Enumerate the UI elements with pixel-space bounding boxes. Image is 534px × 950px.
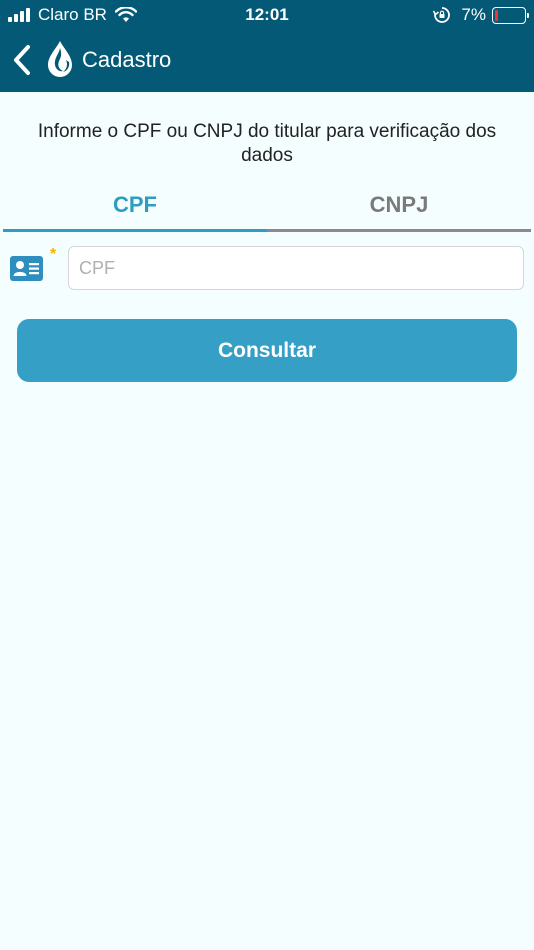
status-bar: Claro BR 12:01 7% xyxy=(0,0,534,30)
water-drop-flame-icon xyxy=(48,41,72,77)
cpf-input[interactable] xyxy=(68,246,524,290)
status-right: 7% xyxy=(433,5,529,25)
consultar-button[interactable]: Consultar xyxy=(17,319,517,382)
battery-percent: 7% xyxy=(461,5,486,24)
battery-icon xyxy=(492,6,529,24)
tab-cnpj[interactable]: CNPJ xyxy=(267,185,531,232)
id-card-icon xyxy=(10,256,43,281)
required-indicator: * xyxy=(50,246,57,263)
tab-cpf[interactable]: CPF xyxy=(3,185,267,232)
app-header: Claro BR 12:01 7% Cadastro xyxy=(0,0,534,92)
nav-bar: Cadastro xyxy=(0,30,534,92)
wifi-icon xyxy=(114,7,137,22)
chevron-left-icon xyxy=(14,45,30,75)
page-title: Cadastro xyxy=(82,47,172,72)
document-type-tabs: CPF CNPJ xyxy=(3,185,531,232)
carrier-name: Claro BR xyxy=(38,5,107,24)
status-left: Claro BR xyxy=(8,5,137,25)
cellular-signal-icon xyxy=(8,8,32,22)
cpf-field-row: * xyxy=(10,246,524,290)
back-button[interactable] xyxy=(10,44,34,76)
rotation-lock-icon xyxy=(433,7,451,23)
battery-level-fill xyxy=(495,9,498,21)
instruction-text: Informe o CPF ou CNPJ do titular para ve… xyxy=(37,121,497,166)
